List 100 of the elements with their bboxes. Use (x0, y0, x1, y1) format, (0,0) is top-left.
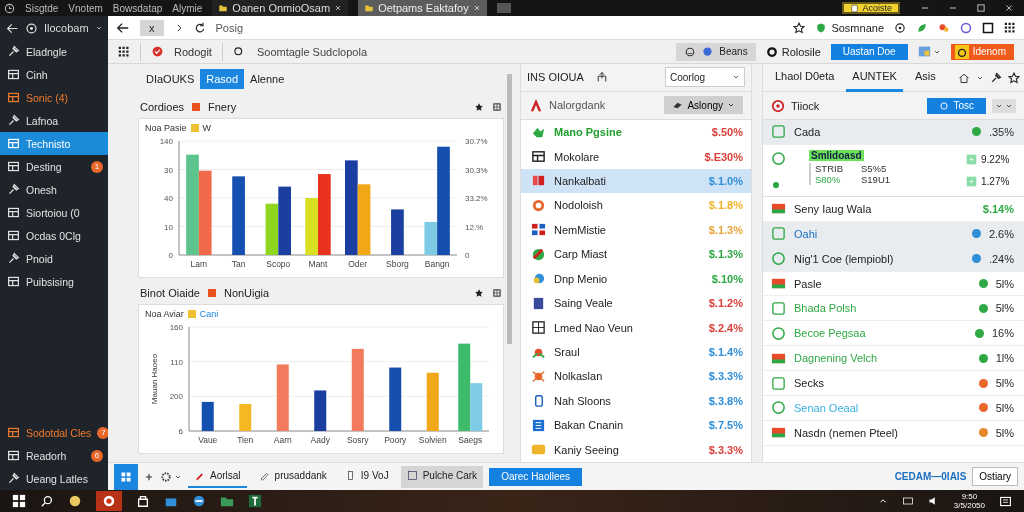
list-item[interactable]: Nah Sloons $.3.8% (521, 388, 751, 414)
notification-icon[interactable] (999, 494, 1012, 508)
list-item[interactable]: Dagnening Velch 1l% (763, 346, 1024, 372)
list-item[interactable]: Nolkaslan $.3.3% (521, 364, 751, 389)
bag-icon[interactable] (136, 494, 150, 508)
list-item[interactable]: Becoe Pegsaa 16% (763, 321, 1024, 347)
segmented-control[interactable]: Beans (676, 42, 756, 61)
sidebar-item[interactable]: Desting 1 (0, 155, 108, 178)
network-icon[interactable] (901, 495, 914, 507)
sidebar-item[interactable]: Cinh (0, 63, 108, 86)
home-icon[interactable] (958, 71, 970, 84)
sidebar-item[interactable]: Lafnoa (0, 109, 108, 132)
browser-tab[interactable]: Oetpams Eaktafoy (358, 0, 487, 16)
apps-icon[interactable] (1004, 21, 1016, 34)
sidebar-item[interactable]: Puibsising (0, 270, 108, 293)
pin-icon[interactable] (990, 71, 1002, 84)
close-icon[interactable] (334, 4, 343, 12)
sidebar-item[interactable]: Sonic (4) (0, 86, 108, 109)
leaf-icon[interactable] (916, 21, 928, 34)
tile-icon[interactable] (248, 494, 262, 508)
sidebar-item[interactable]: Eladngle (0, 40, 108, 63)
sidebar-item[interactable]: Sodotdal Cles 7 (0, 421, 108, 444)
sidebar-item[interactable]: Onesh (0, 178, 108, 201)
circle-icon[interactable] (960, 21, 972, 34)
expand-icon[interactable] (492, 102, 502, 112)
list-item[interactable]: NemMistie $.1.3% (521, 217, 751, 243)
windows-button[interactable] (114, 463, 138, 490)
new-tab-button[interactable] (496, 3, 511, 13)
end-button[interactable]: Ostiary (972, 467, 1018, 486)
search-field[interactable]: Soomtagle Sudclopola (254, 44, 405, 59)
list-item[interactable]: Nankalbati $.1.0% (521, 168, 751, 194)
reload-icon[interactable] (193, 21, 206, 34)
tab[interactable]: DIaOUKS (140, 69, 201, 89)
list-item[interactable]: Bakan Cnanin $.7.5% (521, 413, 751, 438)
menu-item[interactable]: Sisgtde (25, 2, 59, 14)
sidebar-item[interactable]: Readorh 6 (0, 444, 108, 467)
sidebar-item[interactable]: Technisto (0, 132, 108, 155)
dropdown[interactable]: Coorlog (665, 67, 745, 88)
menu-item[interactable]: Vnotem (68, 2, 103, 14)
apps-icon[interactable] (118, 45, 130, 58)
dropdown[interactable] (992, 98, 1016, 113)
primary-button[interactable]: Tosc (927, 97, 986, 114)
tab[interactable]: Lhaol D0eta (769, 63, 841, 92)
filter-dropdown[interactable]: Aslongy (664, 96, 743, 115)
menu-item[interactable]: Alymie (172, 2, 203, 14)
maximize-icon[interactable] (976, 3, 986, 13)
list-item[interactable]: Kaniy Seeing $.3.3% (521, 437, 751, 462)
sidebar-item[interactable]: Siortoiou (0 (0, 201, 108, 224)
ring-icon[interactable] (894, 21, 906, 34)
menu-item[interactable]: Bowsdatap (112, 2, 163, 14)
list-item[interactable]: Secks 5l% (763, 371, 1024, 396)
tab[interactable]: Pulche Cark (400, 465, 484, 488)
primary-button[interactable]: Oarec Haollees (489, 467, 583, 486)
share-icon[interactable] (595, 71, 608, 84)
profile-button[interactable]: Sosmnane (815, 21, 884, 34)
list-item[interactable]: Cada .35% (763, 120, 1024, 145)
square-icon[interactable] (982, 21, 994, 34)
list-item[interactable]: Carp Miast $.1.3% (521, 242, 751, 267)
close-icon[interactable] (1004, 3, 1014, 13)
tab[interactable]: Alenne (244, 69, 291, 89)
stop-button[interactable]: x (140, 19, 164, 36)
list-item[interactable]: Mano Pgsine $.50% (521, 119, 751, 145)
ring-icon[interactable] (102, 494, 116, 508)
puzzle-icon[interactable] (938, 21, 950, 34)
list-item[interactable]: Nodoloish $.1.8% (521, 193, 751, 218)
list-item[interactable]: Mokolare $.E30% (521, 144, 751, 169)
list-item[interactable]: Pasle 5l% (763, 271, 1024, 297)
list-item[interactable]: Seny Iaug Wala $.14% (763, 196, 1024, 222)
account-button[interactable]: Rolosile (765, 45, 821, 58)
list-item[interactable]: Nasdn (nemen Pteel) 5l% (763, 420, 1024, 446)
list-item[interactable]: Bhada Polsh 5l% (763, 296, 1024, 322)
sidebar-item[interactable]: Ocdas 0Clg (0, 224, 108, 247)
list-item[interactable]: Sraul $.1.4% (521, 339, 751, 365)
list-item[interactable]: Oahi 2.6% (763, 221, 1024, 247)
browser-icon[interactable] (192, 494, 206, 508)
caret-icon[interactable] (94, 24, 103, 32)
list-item[interactable]: Nig'1 Coe (lempiobl) .24% (763, 246, 1024, 272)
sidebar-item[interactable]: Ueang Latles (0, 467, 108, 490)
list-item[interactable]: Saing Veale $.1.2% (521, 290, 751, 316)
tab[interactable]: prusaddank (252, 465, 333, 488)
tab[interactable]: Asis (908, 63, 942, 92)
primary-button[interactable]: Uastan Doe (830, 43, 908, 60)
clock[interactable]: 9:50 3/5/2050 (953, 492, 985, 510)
expand-icon[interactable] (492, 288, 502, 298)
list-item[interactable]: Lmed Nao Veun $.2.4% (521, 315, 751, 340)
list-item[interactable]: Senan Oeaal 5l% (763, 396, 1024, 421)
item-value: 5l% (995, 277, 1014, 290)
browser-tab[interactable]: Oanen OnmioOsam (212, 0, 349, 16)
tab[interactable]: Rasod (200, 69, 245, 89)
tab[interactable]: Aorlsal (188, 465, 247, 488)
list-item[interactable]: Dnp Menio $.10% (521, 266, 751, 291)
circle-icon[interactable] (68, 494, 82, 508)
back-icon[interactable] (116, 20, 130, 35)
search-icon[interactable] (40, 494, 54, 508)
plus-icon[interactable] (144, 471, 154, 482)
sidebar-item[interactable]: Pnoid (0, 247, 108, 270)
tab[interactable]: I9 VoJ (338, 465, 395, 488)
windows-icon[interactable] (12, 494, 26, 508)
back-icon[interactable] (6, 21, 19, 35)
address-field[interactable]: Posig (215, 21, 244, 34)
